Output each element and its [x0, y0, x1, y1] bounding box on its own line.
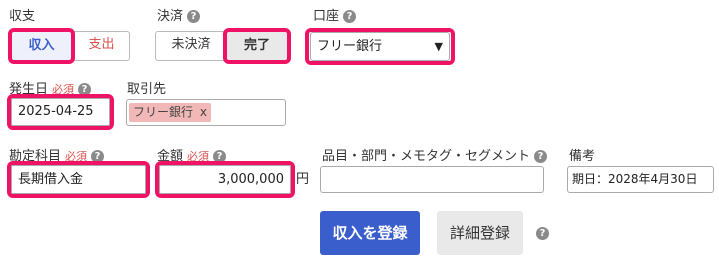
- partner-input[interactable]: フリー銀行 x: [126, 99, 286, 126]
- items-input[interactable]: [320, 166, 544, 193]
- date-input[interactable]: 2025-04-25: [11, 98, 110, 126]
- help-icon[interactable]: ?: [536, 227, 549, 240]
- partner-tag-label: フリー銀行: [133, 105, 194, 119]
- chevron-down-icon: ▼: [434, 40, 443, 53]
- type-label: 収支: [9, 9, 36, 24]
- type-expense-button[interactable]: 支出: [73, 31, 130, 61]
- account-select-value: フリー銀行: [317, 39, 383, 54]
- items-label: 品目・部門・メモタグ・セグメント: [322, 149, 531, 164]
- help-icon[interactable]: ?: [534, 150, 548, 163]
- account-label: 口座: [313, 9, 340, 24]
- amount-unit: 円: [296, 172, 310, 187]
- register-income-button[interactable]: 収入を登録: [320, 211, 420, 255]
- settlement-unpaid-button[interactable]: 未決済: [155, 31, 227, 61]
- account-label-group: 口座?: [313, 9, 357, 25]
- remarks-input[interactable]: 期日：2028年4月30日: [567, 166, 714, 193]
- tag-remove-icon[interactable]: x: [200, 105, 207, 119]
- detail-register-button[interactable]: 詳細登録: [437, 211, 523, 255]
- settlement-label: 決済: [157, 9, 184, 24]
- category-input[interactable]: 長期借入金: [11, 165, 146, 194]
- partner-tag: フリー銀行 x: [129, 103, 211, 122]
- settlement-label-group: 決済?: [157, 9, 201, 25]
- account-select[interactable]: フリー銀行 ▼: [310, 32, 450, 61]
- help-icon[interactable]: ?: [343, 10, 357, 23]
- remarks-label: 備考: [569, 149, 596, 164]
- type-income-button[interactable]: 収入: [8, 28, 75, 64]
- items-label-group: 品目・部門・メモタグ・セグメント?: [322, 149, 548, 165]
- amount-input[interactable]: 3,000,000: [159, 165, 291, 194]
- help-icon[interactable]: ?: [187, 10, 201, 23]
- partner-label: 取引先: [127, 82, 167, 97]
- settlement-complete-button[interactable]: 完了: [223, 28, 291, 64]
